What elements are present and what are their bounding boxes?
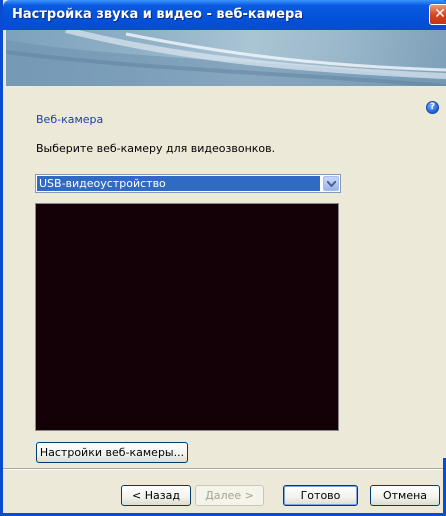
finish-button[interactable]: Готово — [283, 485, 358, 506]
help-icon[interactable]: ? — [426, 101, 439, 114]
back-button[interactable]: < Назад — [121, 485, 191, 506]
camera-select-value: USB-видеоустройство — [37, 176, 320, 191]
close-button[interactable]: ✕ — [429, 4, 446, 25]
close-icon: ✕ — [434, 6, 446, 22]
section-description: Выберите веб-камеру для видеозвонков. — [36, 142, 276, 155]
next-button: Далее > — [195, 485, 264, 506]
dropdown-button[interactable] — [323, 176, 339, 191]
window-title: Настройка звука и видео - веб-камера — [12, 7, 304, 22]
help-icon-glyph: ? — [429, 102, 436, 112]
header-banner — [6, 30, 446, 86]
title-bar[interactable]: Настройка звука и видео - веб-камера ✕ — [3, 0, 446, 30]
banner-swoosh-graphic — [6, 30, 446, 86]
footer-separator — [3, 468, 443, 470]
webcam-preview — [35, 203, 339, 431]
camera-select[interactable]: USB-видеоустройство — [35, 174, 341, 193]
webcam-settings-button[interactable]: Настройки веб-камеры... — [36, 442, 188, 463]
cancel-button[interactable]: Отмена — [370, 485, 440, 506]
chevron-down-icon — [327, 181, 336, 187]
section-title: Веб-камера — [36, 113, 104, 126]
